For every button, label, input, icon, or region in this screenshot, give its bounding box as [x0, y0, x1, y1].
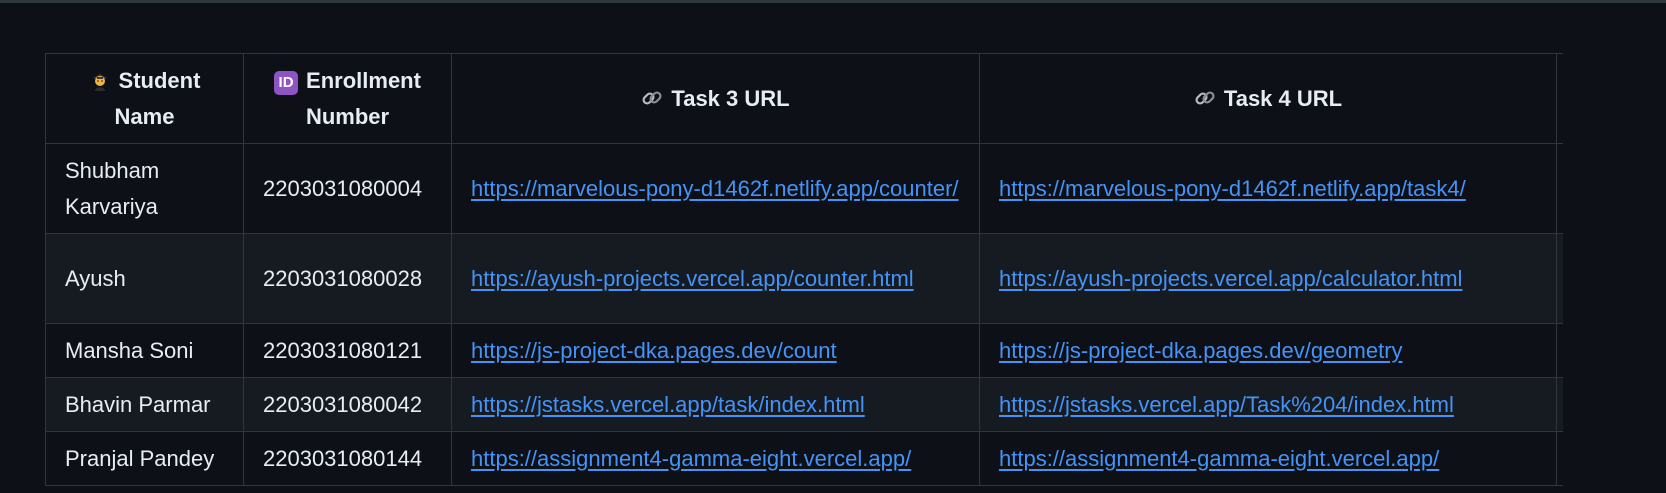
cell-student-name: Shubham Karvariya	[45, 143, 244, 234]
cell-enrollment: 2203031080042	[243, 377, 452, 432]
task3-link[interactable]: https://ayush-projects.vercel.app/counte…	[471, 266, 914, 291]
cell-overflow	[1556, 431, 1563, 486]
cell-overflow	[1556, 377, 1563, 432]
cell-student-name: Ayush	[45, 233, 244, 324]
page: Student Name ID Enrollment Number Task 3 …	[0, 0, 1666, 493]
cell-task3: https://ayush-projects.vercel.app/counte…	[451, 233, 980, 324]
header-task3-label: Task 3 URL	[671, 85, 790, 111]
header-task4-label: Task 4 URL	[1223, 85, 1343, 111]
cell-enrollment: 2203031080121	[243, 323, 452, 378]
header-task3: Task 3 URL	[451, 53, 980, 144]
cell-task4: https://ayush-projects.vercel.app/calcul…	[979, 233, 1557, 324]
student-icon	[92, 73, 107, 91]
cell-task4: https://js-project-dka.pages.dev/geometr…	[979, 323, 1557, 378]
cell-enrollment: 2203031080028	[243, 233, 452, 324]
header-student-name-label: Student Name	[114, 67, 201, 129]
cell-student-name: Bhavin Parmar	[45, 377, 244, 432]
task3-link[interactable]: https://jstasks.vercel.app/task/index.ht…	[471, 392, 865, 417]
task4-link[interactable]: https://jstasks.vercel.app/Task%204/inde…	[999, 392, 1454, 417]
table-container[interactable]: Student Name ID Enrollment Number Task 3 …	[45, 53, 1563, 493]
task4-link[interactable]: https://assignment4-gamma-eight.vercel.a…	[999, 446, 1439, 471]
task4-link[interactable]: https://marvelous-pony-d1462f.netlify.ap…	[999, 176, 1466, 201]
cell-task3: https://jstasks.vercel.app/task/index.ht…	[451, 377, 980, 432]
cell-task4: https://marvelous-pony-d1462f.netlify.ap…	[979, 143, 1557, 234]
task4-link[interactable]: https://js-project-dka.pages.dev/geometr…	[999, 338, 1403, 363]
task3-link[interactable]: https://assignment4-gamma-eight.vercel.a…	[471, 446, 911, 471]
cell-task3: https://marvelous-pony-d1462f.netlify.ap…	[451, 143, 980, 234]
cell-task4: https://jstasks.vercel.app/Task%204/inde…	[979, 377, 1557, 432]
id-icon: ID	[274, 70, 299, 95]
header-student-name: Student Name	[45, 53, 244, 144]
table-row: Bhavin Parmar 2203031080042 https://jsta…	[45, 377, 1563, 432]
top-divider	[0, 0, 1666, 3]
link-icon	[1195, 90, 1215, 105]
task4-link[interactable]: https://ayush-projects.vercel.app/calcul…	[999, 266, 1462, 291]
task3-link[interactable]: https://marvelous-pony-d1462f.netlify.ap…	[471, 176, 959, 201]
cell-task3: https://assignment4-gamma-eight.vercel.a…	[451, 431, 980, 486]
link-icon	[642, 90, 662, 105]
table-row: Shubham Karvariya 2203031080004 https://…	[45, 143, 1563, 234]
cell-overflow	[1556, 233, 1563, 324]
header-row: Student Name ID Enrollment Number Task 3 …	[45, 53, 1563, 144]
cell-enrollment: 2203031080004	[243, 143, 452, 234]
table-row: Pranjal Pandey 2203031080144 https://ass…	[45, 431, 1563, 486]
cell-student-name: Pranjal Pandey	[45, 431, 244, 486]
cell-task3: https://js-project-dka.pages.dev/count	[451, 323, 980, 378]
table-row: Mansha Soni 2203031080121 https://js-pro…	[45, 323, 1563, 378]
students-table: Student Name ID Enrollment Number Task 3 …	[45, 53, 1563, 486]
header-overflow-column	[1556, 53, 1563, 144]
cell-task4: https://assignment4-gamma-eight.vercel.a…	[979, 431, 1557, 486]
header-task4: Task 4 URL	[979, 53, 1557, 144]
cell-student-name: Mansha Soni	[45, 323, 244, 378]
task3-link[interactable]: https://js-project-dka.pages.dev/count	[471, 338, 837, 363]
cell-overflow	[1556, 143, 1563, 234]
cell-overflow	[1556, 323, 1563, 378]
table-row: Ayush 2203031080028 https://ayush-projec…	[45, 233, 1563, 324]
cell-enrollment: 2203031080144	[243, 431, 452, 486]
header-enrollment: ID Enrollment Number	[243, 53, 452, 144]
header-enrollment-label: Enrollment Number	[305, 67, 421, 129]
